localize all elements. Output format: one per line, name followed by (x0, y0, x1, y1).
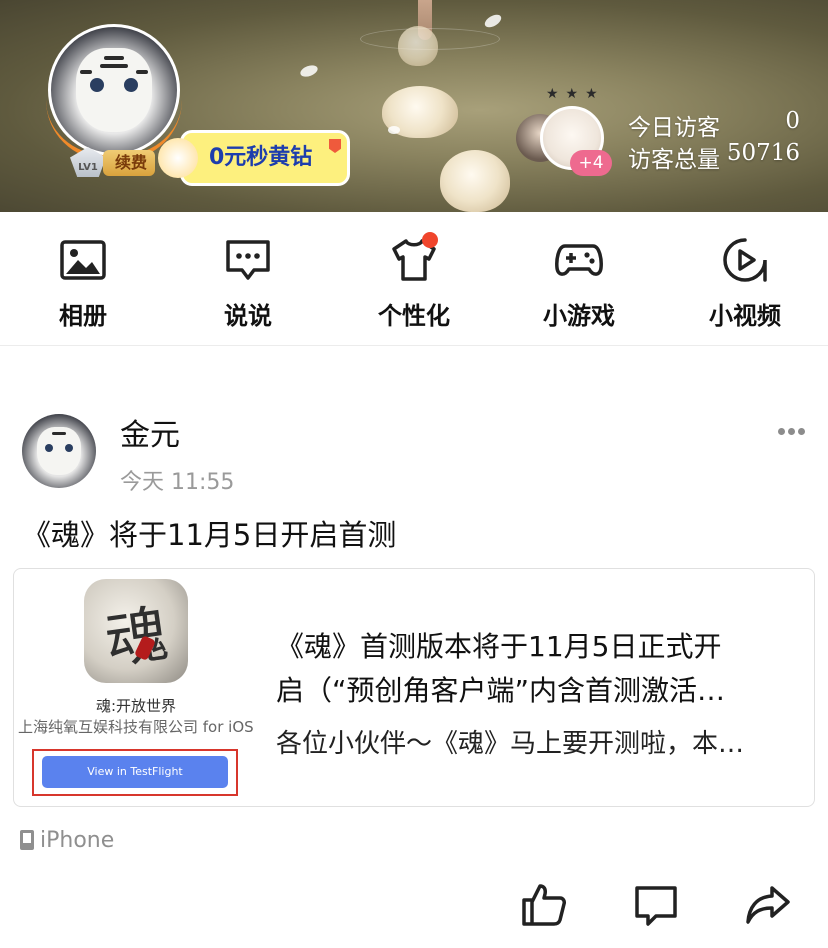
view-in-testflight-button[interactable]: View in TestFlight (42, 756, 228, 788)
mascot-icon (158, 138, 198, 178)
post-author-name[interactable]: 金元 (120, 410, 180, 454)
petal-decoration (482, 12, 504, 30)
renew-button[interactable]: 续费 (103, 150, 156, 176)
card-title-line-1: 《魂》首测版本将于11月5日正式开 (276, 630, 722, 663)
like-icon[interactable] (520, 880, 568, 928)
rating-stars-icon: ★★★ (546, 86, 605, 102)
device-name: iPhone (40, 828, 115, 853)
vip-promo-label: 0元秒黄钻 (209, 145, 313, 170)
stat-label: 今日访客 (628, 115, 720, 141)
nav-item-personalize[interactable]: 个性化 (354, 232, 474, 331)
card-title-line-2: 启（“预创角客户端”内含首测激活… (276, 674, 726, 707)
post-text: 《魂》将于11月5日开启首测 (22, 518, 397, 552)
nav-item-minigames[interactable]: 小游戏 (519, 236, 639, 331)
share-icon[interactable] (744, 880, 792, 928)
nav-item-album[interactable]: 相册 (23, 236, 143, 331)
app-icon-glyph: 魂 (100, 596, 173, 678)
post-timestamp: 今天 11:55 (120, 470, 235, 495)
app-icon: 魂 (84, 579, 188, 683)
profile-avatar[interactable] (48, 24, 180, 156)
notification-dot (422, 232, 438, 248)
stat-value: 50716 (726, 140, 800, 166)
app-company: 上海纯氧互娱科技有限公司 for iOS (18, 718, 254, 736)
device-info: iPhone (20, 828, 114, 853)
stat-label: 访客总量 (628, 147, 720, 173)
feature-nav: 相册 说说 个性化 小游戏 小视频 (0, 212, 828, 346)
app-name: 魂:开放世界 (95, 697, 177, 715)
card-description: 各位小伙伴～《魂》马上要开测啦，本… (276, 729, 745, 759)
profile-banner: LV1 续费 0元秒黄钻 ★★★ +4 今日访客 0 访客总量 50716 (0, 0, 828, 212)
gamepad-icon (555, 244, 603, 276)
comment-icon[interactable] (632, 880, 680, 928)
nav-label: 小游戏 (543, 302, 615, 330)
flag-icon (329, 139, 341, 153)
play-circle-icon (723, 238, 767, 282)
stat-value: 0 (785, 108, 800, 134)
total-visitors-stat[interactable]: 访客总量 50716 (628, 140, 800, 174)
more-options-icon[interactable] (778, 420, 810, 436)
today-visitors-stat[interactable]: 今日访客 0 (628, 108, 800, 142)
photo-album-icon (60, 240, 106, 280)
tiger-avatar-image (76, 48, 152, 132)
flower-decoration (398, 26, 438, 66)
phone-icon (20, 830, 34, 850)
tiger-avatar-image (37, 427, 81, 475)
nav-label: 个性化 (378, 302, 450, 330)
nav-item-short-video[interactable]: 小视频 (685, 236, 805, 331)
shared-link-card[interactable]: 魂 魂:开放世界 上海纯氧互娱科技有限公司 for iOS View in Te… (13, 568, 815, 807)
nav-label: 小视频 (709, 302, 781, 330)
post-author-avatar[interactable] (22, 414, 96, 488)
nav-item-moments[interactable]: 说说 (188, 236, 308, 331)
petal-decoration (298, 63, 320, 79)
vip-promo-button[interactable]: 0元秒黄钻 (180, 130, 350, 186)
visitor-more-badge[interactable]: +4 (570, 150, 612, 176)
flower-decoration (440, 150, 510, 212)
petal-decoration (388, 126, 400, 134)
nav-label: 说说 (224, 302, 272, 330)
nav-label: 相册 (59, 302, 107, 330)
message-bubble-icon (226, 240, 270, 280)
